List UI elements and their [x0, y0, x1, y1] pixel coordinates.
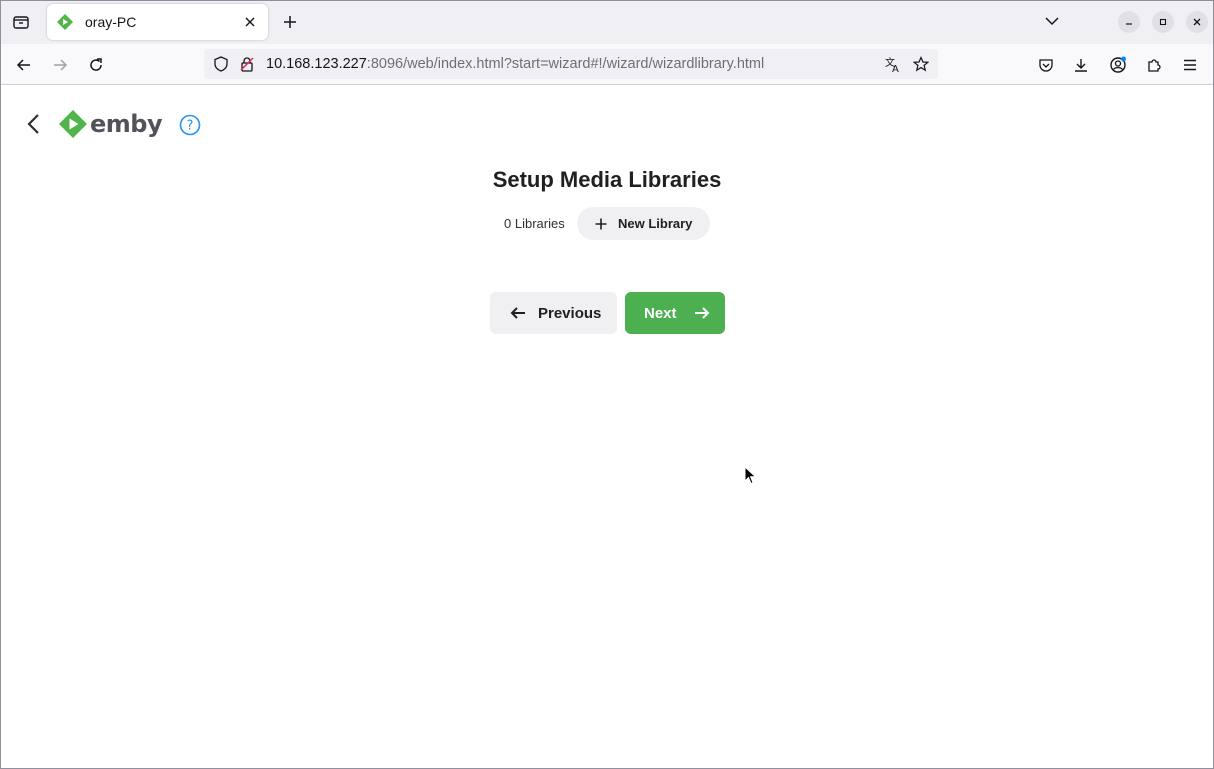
svg-text:?: ? — [187, 119, 194, 134]
emby-logo[interactable]: emby — [59, 109, 163, 139]
url-host: 10.168.123.227 — [266, 56, 367, 72]
close-icon[interactable] — [240, 12, 260, 32]
plus-icon[interactable] — [278, 10, 302, 34]
new-library-label: New Library — [618, 216, 693, 231]
back-arrow-icon[interactable] — [21, 111, 45, 137]
minimize-icon[interactable] — [1118, 11, 1140, 33]
mouse-cursor-icon — [744, 466, 757, 485]
account-icon[interactable] — [1105, 52, 1131, 78]
forward-arrow-icon[interactable] — [47, 52, 73, 78]
chevron-down-icon[interactable] — [1041, 10, 1063, 32]
new-library-button[interactable]: New Library — [577, 207, 710, 240]
browser-tab[interactable]: oray-PC — [47, 4, 268, 40]
url-bar[interactable]: 10.168.123.227:8096/web/index.html?start… — [204, 49, 938, 79]
previous-button[interactable]: Previous — [490, 292, 617, 334]
tab-strip: oray-PC — [0, 0, 1214, 44]
help-icon[interactable]: ? — [179, 114, 201, 136]
previous-label: Previous — [538, 304, 602, 322]
url-text[interactable]: 10.168.123.227:8096/web/index.html?start… — [266, 56, 764, 72]
navigation-bar: 10.168.123.227:8096/web/index.html?start… — [0, 44, 1214, 85]
emby-logo-icon — [59, 110, 87, 138]
page-content: emby ? Setup Media Libraries 0 Libraries… — [1, 85, 1213, 768]
translate-icon[interactable]: 文A — [884, 55, 902, 73]
next-button[interactable]: Next — [625, 292, 725, 334]
logo-text: emby — [90, 110, 163, 138]
pocket-icon[interactable] — [1033, 52, 1059, 78]
next-label: Next — [644, 304, 677, 322]
insecure-lock-icon[interactable] — [238, 55, 256, 73]
menu-icon[interactable] — [1177, 52, 1203, 78]
page-title: Setup Media Libraries — [492, 167, 722, 192]
url-path: :8096/web/index.html?start=wizard#!/wiza… — [366, 56, 765, 72]
bookmark-star-icon[interactable] — [912, 55, 930, 73]
plus-icon — [594, 217, 608, 231]
svg-text:A: A — [892, 64, 899, 73]
arrow-left-icon — [509, 304, 527, 322]
extensions-icon[interactable] — [1141, 52, 1167, 78]
reload-icon[interactable] — [83, 52, 109, 78]
tab-title: oray-PC — [85, 14, 137, 30]
tab-list-icon[interactable] — [8, 9, 34, 35]
shield-icon[interactable] — [212, 55, 230, 73]
arrow-right-icon — [693, 304, 711, 322]
library-count: 0 Libraries — [504, 216, 565, 231]
restore-icon[interactable] — [1152, 11, 1174, 33]
back-arrow-icon[interactable] — [11, 52, 37, 78]
emby-favicon-icon — [57, 14, 73, 30]
download-icon[interactable] — [1068, 52, 1094, 78]
close-window-icon[interactable] — [1186, 11, 1208, 33]
